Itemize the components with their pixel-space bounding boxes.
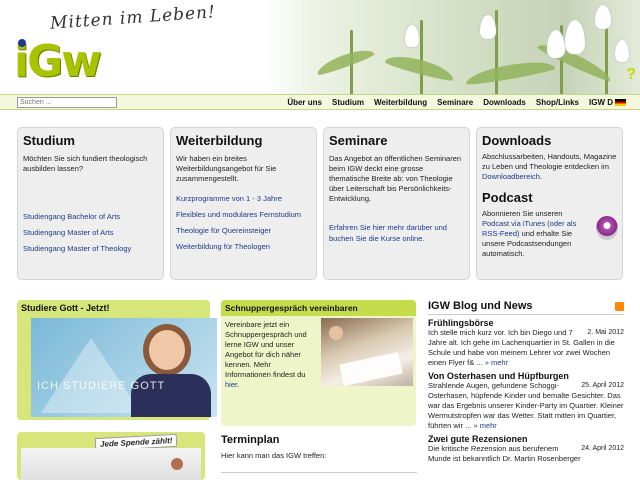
downloads-text-pre: Abschlussarbeiten, Handouts, Magazine zu…	[482, 152, 617, 171]
blog-post-date: 2. Mai 2012	[587, 329, 624, 336]
link-downloadbereich[interactable]: Downloadbereich	[482, 172, 540, 181]
person-face	[149, 330, 185, 370]
search-input[interactable]	[17, 97, 117, 108]
downloads-box: Downloads Abschlussarbeiten, Handouts, M…	[476, 127, 623, 280]
site-slogan: Mitten im Leben!	[49, 2, 217, 34]
nav-weiterbildung[interactable]: Weiterbildung	[374, 98, 427, 107]
downloads-title[interactable]: Downloads	[482, 133, 617, 148]
schnupper-text: Vereinbare jetzt ein Schnuppergespräch u…	[225, 320, 317, 390]
blog-title-text: IGW Blog und News	[428, 300, 533, 312]
studiere-overlay-text: ICH STUDIERE GOTT	[37, 380, 166, 392]
link-master-theology[interactable]: Studiengang Master of Theology	[23, 244, 158, 253]
studiere-title[interactable]: Studiere Gott - Jetzt!	[17, 300, 210, 316]
blog-post-title[interactable]: Frühlingsbörse	[428, 318, 624, 328]
link-kurzprogramme[interactable]: Kurzprogramme von 1 - 3 Jahre	[176, 194, 311, 203]
schnupper-title[interactable]: Schnuppergespräch vereinbaren	[221, 300, 416, 316]
podcast-text-pre: Abonnieren Sie unseren	[482, 209, 563, 218]
studium-links: Studiengang Bachelor of Arts Studiengang…	[23, 212, 158, 253]
link-master-arts[interactable]: Studiengang Master of Arts	[23, 228, 158, 237]
nav-seminare[interactable]: Seminare	[437, 98, 473, 107]
terminplan-box: Terminplan Hier kann man das IGW treffen…	[221, 434, 417, 480]
blog-post-title[interactable]: Von Osterhasen und Hüpfburgen	[428, 371, 624, 381]
spende-image	[21, 448, 201, 480]
igw-logo[interactable]: iGw	[14, 40, 102, 84]
seminare-box: Seminare Das Angebot an öffentlichen Sem…	[323, 127, 470, 280]
nav-language[interactable]: IGW D	[589, 98, 626, 107]
weiterbildung-links: Kurzprogramme von 1 - 3 Jahre Flexibles …	[176, 194, 311, 251]
image-person	[329, 326, 343, 340]
spende-card[interactable]: Jede Spende zählt!	[17, 432, 205, 480]
terminplan-divider	[221, 472, 417, 473]
image-papers	[339, 352, 403, 386]
terminplan-text: Hier kann man das IGW treffen:	[221, 451, 327, 460]
schnupper-image[interactable]	[321, 318, 413, 386]
weiterbildung-box: Weiterbildung Wir haben ein breites Weit…	[170, 127, 317, 280]
blog-post-date: 24. April 2012	[581, 445, 624, 452]
nav-downloads[interactable]: Downloads	[483, 98, 526, 107]
blog-section: IGW Blog und News Frühlingsbörse 2. Mai …	[428, 300, 624, 480]
seminare-text: Das Angebot an öffentlichen Seminaren be…	[329, 154, 462, 203]
blog-post-date: 25. April 2012	[581, 382, 624, 389]
site-header: Mitten im Leben! iGw ?	[0, 0, 640, 95]
studium-box: Studium Möchten Sie sich fundiert theolo…	[17, 127, 164, 280]
blog-post-text: 2. Mai 2012 Ich stelle mich kurz vor. Ich…	[428, 328, 624, 368]
schnupper-text-post: .	[237, 380, 240, 389]
language-label: IGW D	[589, 98, 613, 107]
studium-title[interactable]: Studium	[23, 133, 158, 148]
weiterbildung-title[interactable]: Weiterbildung	[176, 133, 311, 148]
nav-ueber-uns[interactable]: Über uns	[287, 98, 322, 107]
schnupper-text-pre: Vereinbare jetzt ein Schnuppergespräch u…	[225, 320, 307, 379]
german-flag-icon	[615, 99, 626, 107]
podcast-icon[interactable]	[596, 216, 618, 240]
weiterbildung-text: Wir haben ein breites Weiterbildungsange…	[176, 154, 277, 183]
blog-post-title[interactable]: Zwei gute Rezensionen	[428, 434, 624, 444]
blog-post-more-link[interactable]: » mehr	[473, 421, 496, 430]
link-theologen[interactable]: Weiterbildung für Theologen	[176, 242, 311, 251]
podcast-title[interactable]: Podcast	[482, 190, 617, 205]
studiere-card: Studiere Gott - Jetzt! ICH STUDIERE GOTT	[17, 300, 217, 420]
logo-dot	[18, 39, 26, 47]
header-photo-snowdrops	[265, 0, 640, 95]
nav-shop-links[interactable]: Shop/Links	[536, 98, 579, 107]
rss-feed-icon[interactable]	[615, 302, 624, 311]
studiere-image[interactable]: ICH STUDIERE GOTT	[31, 318, 217, 417]
main-nav: Über uns Studium Weiterbildung Seminare …	[287, 98, 626, 107]
schnupper-card: Schnuppergespräch vereinbaren Vereinbare…	[221, 300, 416, 426]
seminare-title[interactable]: Seminare	[329, 133, 464, 148]
blog-post: Frühlingsbörse 2. Mai 2012 Ich stelle mic…	[428, 318, 624, 368]
blog-post: Zwei gute Rezensionen 24. April 2012 Die …	[428, 434, 624, 464]
blog-post-text: 24. April 2012 Die kritische Rezension au…	[428, 444, 624, 464]
nav-studium[interactable]: Studium	[332, 98, 364, 107]
blog-title[interactable]: IGW Blog und News	[428, 300, 624, 315]
link-seminare-buchen[interactable]: Erfahren Sie hier mehr darüber und buche…	[329, 222, 464, 244]
blog-post-body: Die kritische Rezension aus berufenem Mu…	[428, 444, 581, 463]
studium-text: Möchten Sie sich fundiert theologisch au…	[23, 154, 148, 173]
nav-bar: Über uns Studium Weiterbildung Seminare …	[0, 94, 640, 110]
blog-post-more-link[interactable]: » mehr	[485, 358, 508, 367]
terminplan-title[interactable]: Terminplan	[221, 434, 417, 446]
seminare-links: Erfahren Sie hier mehr darüber und buche…	[329, 222, 464, 244]
downloads-text: Abschlussarbeiten, Handouts, Magazine zu…	[482, 152, 617, 182]
link-bachelor[interactable]: Studiengang Bachelor of Arts	[23, 212, 158, 221]
teaser-columns: Studium Möchten Sie sich fundiert theolo…	[17, 127, 623, 280]
link-schnupper-hier[interactable]: hier	[225, 380, 237, 389]
link-quereinsteiger[interactable]: Theologie für Quereinsteiger	[176, 226, 311, 235]
downloads-text-post: .	[539, 172, 543, 181]
triangle-shape	[41, 338, 141, 413]
spende-person	[171, 458, 183, 470]
blog-post: Von Osterhasen und Hüpfburgen 25. April …	[428, 371, 624, 431]
link-fernstudium[interactable]: Flexibles und modulares Fernstudium	[176, 210, 311, 219]
question-mark-icon: ?	[626, 66, 636, 83]
blog-post-text: 25. April 2012 Strahlende Augen, gefunden…	[428, 381, 624, 431]
